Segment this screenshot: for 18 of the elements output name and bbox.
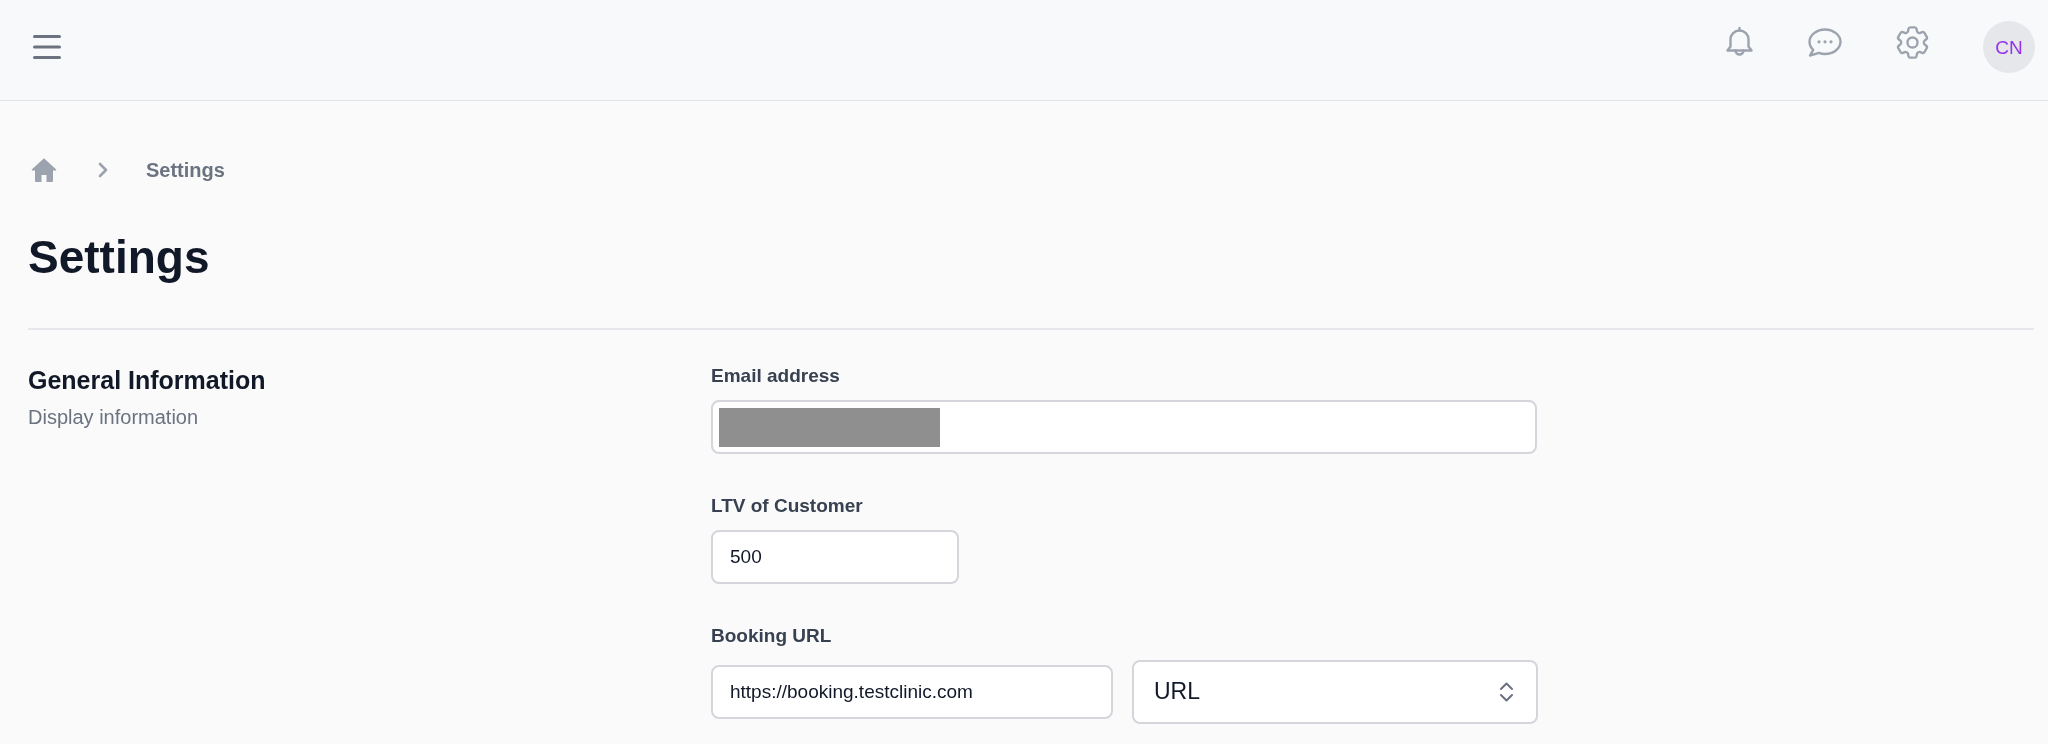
breadcrumb-current: Settings: [146, 158, 225, 182]
user-avatar[interactable]: CN: [1983, 21, 2035, 73]
field-label: Booking URL: [711, 624, 833, 648]
type-select[interactable]: URL: [1132, 659, 1538, 724]
field-label: LTV of Customer: [711, 495, 864, 518]
section-subtitle: Display information: [28, 405, 200, 430]
menu-icon[interactable]: [33, 35, 61, 59]
chevron-updown-icon: [1499, 680, 1514, 703]
field-label: Email address: [711, 365, 841, 388]
page-title: Settings: [28, 230, 211, 285]
bell-icon[interactable]: [1725, 26, 1754, 58]
section-title: General Information: [28, 365, 267, 396]
ltv-field[interactable]: 500: [711, 529, 959, 584]
settings-icon[interactable]: [1896, 25, 1929, 59]
home-icon[interactable]: [31, 157, 57, 183]
chat-icon[interactable]: [1808, 27, 1842, 57]
chevron-right-icon: [98, 162, 108, 178]
url-field[interactable]: https://booking.testclinic.com: [711, 664, 1113, 719]
